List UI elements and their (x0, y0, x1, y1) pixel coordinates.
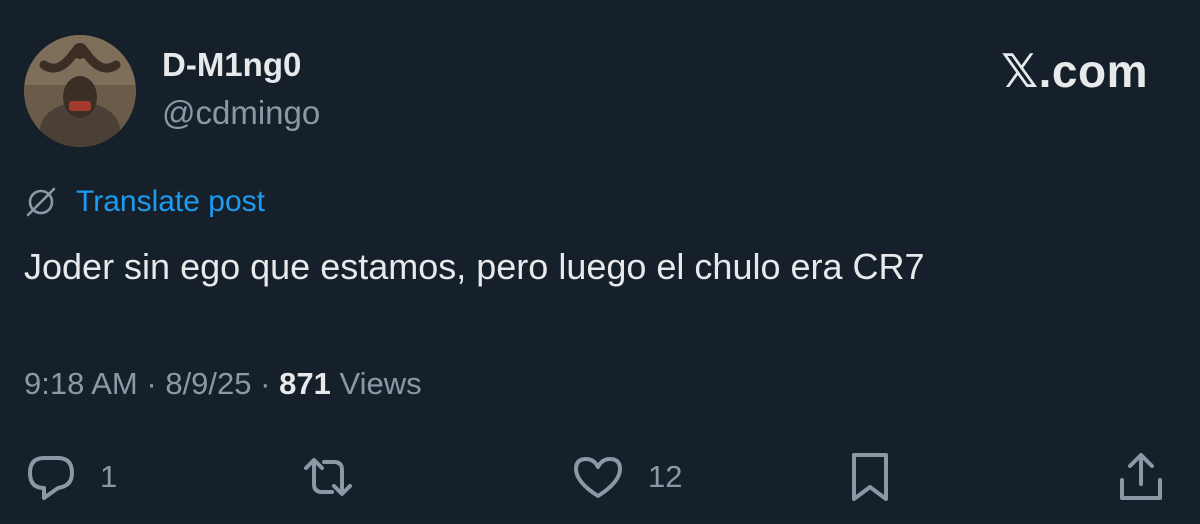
views-label: Views (339, 366, 422, 401)
reply-icon (24, 452, 78, 502)
meta-separator: · (260, 366, 271, 401)
meta-separator: · (146, 366, 157, 401)
share-button[interactable] (1114, 450, 1168, 504)
repost-button[interactable] (298, 452, 358, 502)
avatar-image (24, 35, 136, 147)
heart-icon (570, 452, 626, 502)
action-bar: 1 12 (0, 446, 1200, 508)
post-time[interactable]: 9:18 AM (24, 366, 138, 402)
like-count: 12 (648, 459, 683, 494)
globe-slash-icon (24, 185, 58, 219)
author-handle[interactable]: @cdmingo (162, 94, 320, 132)
translate-post-label[interactable]: Translate post (76, 185, 265, 219)
brand-logo: 𝕏.com (1001, 45, 1148, 97)
repost-icon (298, 452, 358, 502)
bookmark-button[interactable] (846, 450, 894, 504)
post-date[interactable]: 8/9/25 (165, 366, 251, 402)
translate-post-link[interactable]: Translate post (24, 185, 265, 219)
reply-button[interactable]: 1 (24, 452, 117, 502)
bookmark-icon (846, 450, 894, 504)
like-button[interactable]: 12 (570, 452, 682, 502)
author-name[interactable]: D-M1ng0 (162, 46, 301, 84)
avatar[interactable] (24, 35, 136, 147)
reply-count: 1 (100, 459, 118, 494)
post-text: Joder sin ego que estamos, pero luego el… (24, 246, 925, 287)
share-icon (1114, 450, 1168, 504)
post-meta: 9:18 AM · 8/9/25 · 871 Views (24, 366, 422, 402)
views-count: 871 (279, 366, 331, 401)
